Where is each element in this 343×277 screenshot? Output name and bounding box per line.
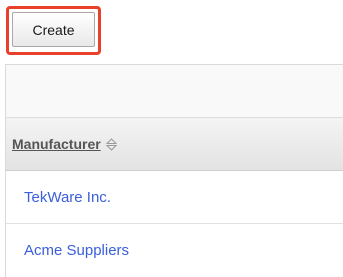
manufacturer-link[interactable]: Acme Suppliers xyxy=(24,242,129,259)
sort-arrows-icon[interactable] xyxy=(105,137,117,151)
table-toolbar-row xyxy=(6,65,343,118)
toolbar: Create xyxy=(0,0,343,64)
table-header-row: Manufacturer xyxy=(6,118,343,171)
list-view-table: Manufacturer TekWare Inc. Acme Suppliers xyxy=(5,64,343,277)
table-row: TekWare Inc. xyxy=(6,171,343,224)
table-row: Acme Suppliers xyxy=(6,224,343,277)
manufacturer-link[interactable]: TekWare Inc. xyxy=(24,189,111,206)
create-button[interactable]: Create xyxy=(12,12,95,47)
column-header-manufacturer[interactable]: Manufacturer xyxy=(12,136,101,152)
